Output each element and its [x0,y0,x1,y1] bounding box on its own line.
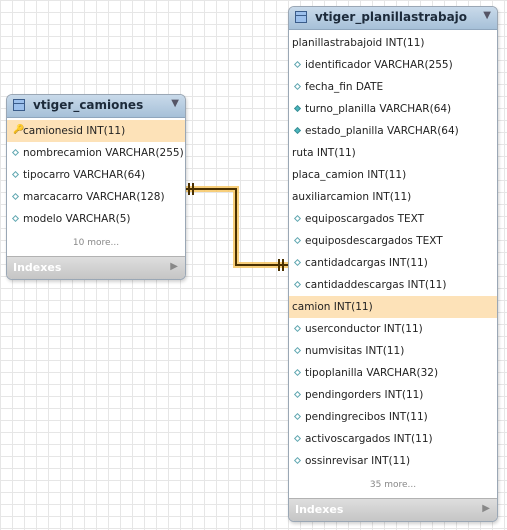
nullable-column-icon [11,148,20,157]
column-list: planillastrabajoid INT(11) identificador … [289,30,497,472]
column-list: 🔑 camionesid INT(11) nombrecamion VARCHAR(… [7,118,185,230]
not-null-column-icon [293,126,302,135]
column-label: identificador VARCHAR(255) [305,59,453,71]
collapse-caret-icon[interactable]: ▼ [483,10,491,21]
nullable-column-icon [293,346,302,355]
table-vtiger-planillastrabajo[interactable]: vtiger_planillastrabajo ▼ planillastraba… [288,6,498,522]
column-label: cantidadcargas INT(11) [305,257,428,269]
table-row[interactable]: activoscargados INT(11) [289,428,497,450]
table-row[interactable]: userconductor INT(11) [289,318,497,340]
indexes-section[interactable]: Indexes ▶ [289,498,497,521]
table-row[interactable]: cantidadcargas INT(11) [289,252,497,274]
column-label: auxiliarcamion INT(11) [292,191,412,203]
column-label: pendingrecibos INT(11) [305,411,428,423]
nullable-column-icon [293,324,302,333]
nullable-column-icon [293,390,302,399]
column-label: estado_planilla VARCHAR(64) [305,125,459,137]
table-title: vtiger_camiones [33,98,144,112]
nullable-column-icon [293,456,302,465]
nullable-column-icon [293,280,302,289]
column-label: cantidaddescargas INT(11) [305,279,447,291]
column-label: numvisitas INT(11) [305,345,405,357]
column-label: turno_planilla VARCHAR(64) [305,103,452,115]
nullable-column-icon [293,214,302,223]
table-row[interactable]: placa_camion INT(11) [289,164,497,186]
nullable-column-icon [11,214,20,223]
column-label: equiposdescargados TEXT [305,235,443,247]
table-row[interactable]: tipoplanilla VARCHAR(32) [289,362,497,384]
more-columns-link[interactable]: 10 more... [7,230,185,256]
nullable-column-icon [11,192,20,201]
nullable-column-icon [293,60,302,69]
table-row[interactable]: fecha_fin DATE [289,76,497,98]
table-row[interactable]: identificador VARCHAR(255) [289,54,497,76]
more-columns-link[interactable]: 35 more... [289,472,497,498]
column-label: camion INT(11) [292,301,373,313]
table-row[interactable]: cantidaddescargas INT(11) [289,274,497,296]
table-row[interactable]: pendingorders INT(11) [289,384,497,406]
nullable-column-icon [293,258,302,267]
table-title: vtiger_planillastrabajo [315,10,468,24]
indexes-label: Indexes [295,503,344,516]
expand-arrow-icon[interactable]: ▶ [482,503,490,514]
nullable-column-icon [293,82,302,91]
column-label: activoscargados INT(11) [305,433,433,445]
column-label: marcacarro VARCHAR(128) [23,191,165,203]
table-row[interactable]: marcacarro VARCHAR(128) [7,186,185,208]
column-label: tipocarro VARCHAR(64) [23,169,146,181]
table-row[interactable]: numvisitas INT(11) [289,340,497,362]
table-icon [13,99,25,111]
column-label: fecha_fin DATE [305,81,384,93]
column-label: userconductor INT(11) [305,323,423,335]
table-row[interactable]: pendingrecibos INT(11) [289,406,497,428]
column-label: camionesid INT(11) [23,125,126,137]
table-row[interactable]: auxiliarcamion INT(11) [289,186,497,208]
nullable-column-icon [11,170,20,179]
column-label: tipoplanilla VARCHAR(32) [305,367,439,379]
table-row[interactable]: ossinrevisar INT(11) [289,450,497,472]
indexes-section[interactable]: Indexes ▶ [7,256,185,279]
column-label: pendingorders INT(11) [305,389,424,401]
column-label: nombrecamion VARCHAR(255) [23,147,184,159]
table-vtiger-camiones[interactable]: vtiger_camiones ▼ 🔑 camionesid INT(11) nom… [6,94,186,280]
table-row[interactable]: nombrecamion VARCHAR(255) [7,142,185,164]
nullable-column-icon [293,236,302,245]
expand-arrow-icon[interactable]: ▶ [170,261,178,272]
table-row[interactable]: estado_planilla VARCHAR(64) [289,120,497,142]
not-null-column-icon [293,104,302,113]
column-label: ossinrevisar INT(11) [305,455,411,467]
table-row[interactable]: planillastrabajoid INT(11) [289,32,497,54]
table-row[interactable]: ruta INT(11) [289,142,497,164]
nullable-column-icon [293,434,302,443]
nullable-column-icon [293,412,302,421]
table-row[interactable]: modelo VARCHAR(5) [7,208,185,230]
table-icon [295,11,307,23]
column-label: planillastrabajoid INT(11) [292,37,425,49]
table-row[interactable]: tipocarro VARCHAR(64) [7,164,185,186]
table-header[interactable]: vtiger_planillastrabajo ▼ [289,7,497,30]
table-row[interactable]: equiposcargados TEXT [289,208,497,230]
table-header[interactable]: vtiger_camiones ▼ [7,95,185,118]
column-label: placa_camion INT(11) [292,169,407,181]
table-row[interactable]: equiposdescargados TEXT [289,230,497,252]
column-label: ruta INT(11) [292,147,356,159]
table-row[interactable]: turno_planilla VARCHAR(64) [289,98,497,120]
table-row[interactable]: 🔑 camionesid INT(11) [7,120,185,142]
indexes-label: Indexes [13,261,62,274]
table-row[interactable]: camion INT(11) [289,296,497,318]
column-label: modelo VARCHAR(5) [23,213,131,225]
nullable-column-icon [293,368,302,377]
column-label: equiposcargados TEXT [305,213,425,225]
collapse-caret-icon[interactable]: ▼ [171,98,179,109]
